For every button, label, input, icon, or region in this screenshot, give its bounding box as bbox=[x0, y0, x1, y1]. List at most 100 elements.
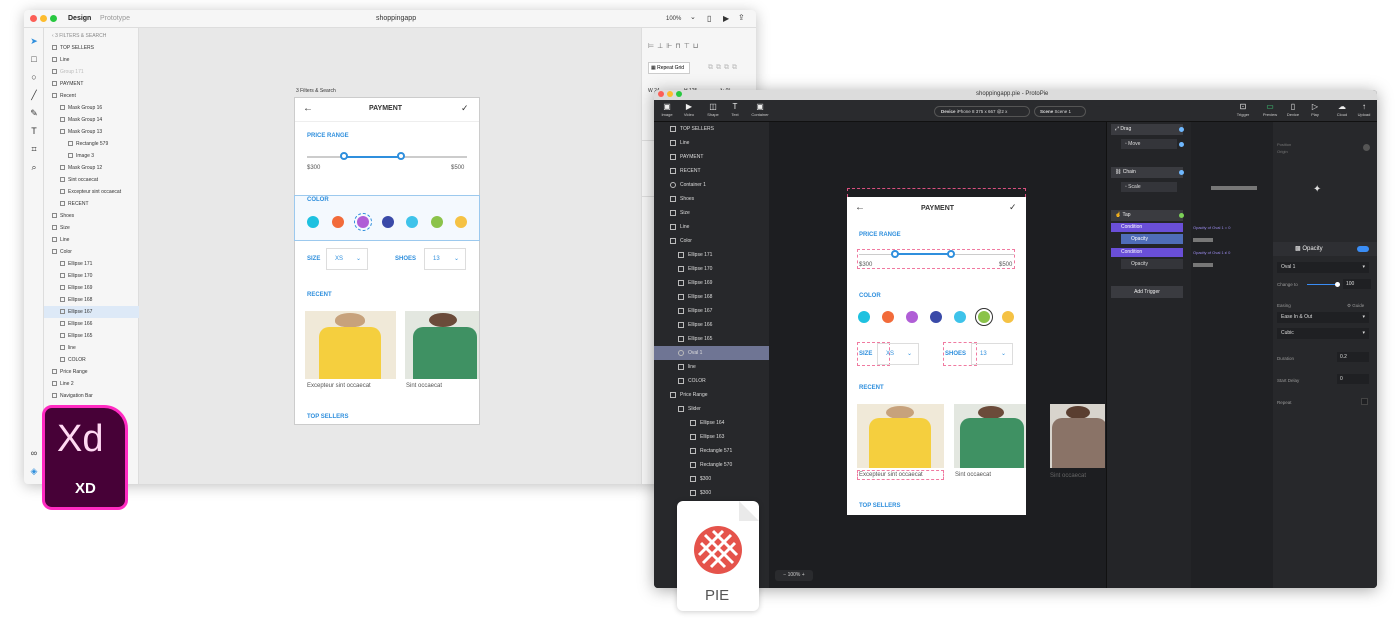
layer-item[interactable]: $300 bbox=[654, 472, 769, 486]
layer-item-selected[interactable]: Oval 1 bbox=[654, 346, 769, 360]
change-to-slider-handle[interactable] bbox=[1335, 282, 1340, 287]
cloud-button[interactable]: ☁ Cloud bbox=[1332, 102, 1352, 117]
layer-item[interactable]: line bbox=[654, 360, 769, 374]
layer-item[interactable]: Line bbox=[44, 54, 139, 66]
product-image-green-tshirt[interactable] bbox=[405, 311, 479, 379]
check-icon[interactable]: ✓ bbox=[1009, 202, 1017, 213]
layer-item[interactable]: Color bbox=[44, 246, 139, 258]
layer-item[interactable]: PAYMENT bbox=[654, 150, 769, 164]
check-icon[interactable]: ✓ bbox=[461, 103, 469, 114]
repeat-checkbox[interactable] bbox=[1361, 398, 1368, 405]
timeline-bar[interactable] bbox=[1193, 263, 1213, 267]
layer-item[interactable]: Line 2 bbox=[44, 378, 139, 390]
layer-item[interactable]: Slider bbox=[654, 402, 769, 416]
layer-item[interactable]: Ellipse 169 bbox=[654, 276, 769, 290]
layer-item[interactable]: Rectangle 571 bbox=[654, 444, 769, 458]
layer-item[interactable]: Ellipse 166 bbox=[44, 318, 139, 330]
target-layer-select[interactable]: Oval 1 ▾ bbox=[1277, 262, 1369, 273]
layer-item[interactable]: $300 bbox=[654, 486, 769, 500]
zoom-tool-icon[interactable]: ⌕ bbox=[29, 162, 39, 172]
tab-design[interactable]: Design bbox=[68, 15, 91, 22]
layer-item[interactable]: Line bbox=[44, 234, 139, 246]
pie-artboard[interactable]: ← PAYMENT ✓ PRICE RANGE $300 $500 COLOR … bbox=[847, 197, 1026, 515]
layer-item[interactable]: RECENT bbox=[44, 198, 139, 210]
price-slider-min-handle[interactable] bbox=[891, 250, 899, 258]
color-swatch[interactable] bbox=[954, 311, 966, 323]
layer-item[interactable]: Mask Group 14 bbox=[44, 114, 139, 126]
close-window-icon[interactable] bbox=[30, 15, 37, 22]
layer-item[interactable]: Price Range bbox=[44, 366, 139, 378]
color-swatch[interactable] bbox=[882, 311, 894, 323]
layer-item[interactable]: TOP SELLERS bbox=[654, 122, 769, 136]
layer-item[interactable]: Mask Group 12 bbox=[44, 162, 139, 174]
upload-button[interactable]: ↑ Upload bbox=[1354, 102, 1374, 117]
layer-item[interactable]: Navigation Bar bbox=[44, 390, 139, 402]
product-image-yellow-tshirt[interactable] bbox=[857, 404, 944, 468]
product-name[interactable]: Excepteur sint occaecat bbox=[307, 383, 371, 389]
size-dropdown[interactable]: XS ⌄ bbox=[326, 248, 368, 270]
xd-artboard[interactable]: ← PAYMENT ✓ PRICE RANGE $300 $500 COLOR … bbox=[294, 97, 480, 425]
align-icons[interactable]: ⊨⊥⊩⊓⊤⊔ bbox=[648, 42, 701, 50]
minimize-window-icon[interactable] bbox=[667, 91, 673, 97]
zoom-window-icon[interactable] bbox=[676, 91, 682, 97]
product-name[interactable]: Excepteur sint occaecat bbox=[859, 472, 923, 478]
curve-select[interactable]: Cubic ▾ bbox=[1277, 328, 1369, 339]
back-arrow-icon[interactable]: ← bbox=[303, 103, 313, 114]
product-name[interactable]: Sint occaecat bbox=[1050, 473, 1086, 479]
color-swatch[interactable] bbox=[307, 216, 319, 228]
layer-item[interactable]: Group 171 bbox=[44, 66, 139, 78]
text-tool-icon[interactable]: T bbox=[29, 126, 39, 136]
layer-item[interactable]: Ellipse 168 bbox=[44, 294, 139, 306]
color-swatch[interactable] bbox=[930, 311, 942, 323]
layer-item[interactable]: Ellipse 168 bbox=[654, 290, 769, 304]
layer-item[interactable]: RECENT bbox=[654, 164, 769, 178]
shoes-dropdown[interactable]: 13 ⌄ bbox=[424, 248, 466, 270]
layer-item[interactable]: Mask Group 13 bbox=[44, 126, 139, 138]
layer-item[interactable]: Shoes bbox=[654, 192, 769, 206]
opacity-response-selected[interactable]: Opacity bbox=[1121, 234, 1183, 244]
mobile-preview-icon[interactable]: ▯ bbox=[707, 14, 711, 23]
select-tool-icon[interactable]: ➤ bbox=[29, 36, 39, 46]
layer-item[interactable]: Size bbox=[654, 206, 769, 220]
layer-item[interactable]: Excepteur sint occaecat bbox=[44, 186, 139, 198]
color-swatch-selected[interactable] bbox=[354, 213, 372, 231]
shoes-dropdown[interactable]: 13 ⌄ bbox=[971, 343, 1013, 365]
layer-item[interactable]: Price Range bbox=[654, 388, 769, 402]
color-swatch[interactable] bbox=[906, 311, 918, 323]
layer-item[interactable]: Ellipse 165 bbox=[44, 330, 139, 342]
color-swatch[interactable] bbox=[431, 216, 443, 228]
scale-response[interactable]: ▫ Scale bbox=[1121, 182, 1177, 192]
layer-item[interactable]: Container 1 bbox=[654, 178, 769, 192]
artboard-label[interactable]: 3 Filters & Search bbox=[296, 88, 336, 94]
price-slider-min-handle[interactable] bbox=[340, 152, 348, 160]
zoom-level[interactable]: 100% bbox=[666, 16, 681, 22]
close-window-icon[interactable] bbox=[658, 91, 664, 97]
zoom-window-icon[interactable] bbox=[50, 15, 57, 22]
layers-icon[interactable]: ◈ bbox=[29, 466, 39, 476]
condition-block[interactable]: Condition bbox=[1111, 223, 1183, 232]
zoom-control[interactable]: − 100% + bbox=[775, 570, 813, 581]
play-button[interactable]: ▷ Play bbox=[1305, 102, 1325, 117]
layer-item[interactable]: Ellipse 170 bbox=[654, 262, 769, 276]
layer-item[interactable]: Ellipse 164 bbox=[654, 416, 769, 430]
ellipse-tool-icon[interactable]: ○ bbox=[29, 72, 39, 82]
container-tool[interactable]: ▣ Container bbox=[748, 102, 772, 117]
layer-item[interactable]: Rectangle 579 bbox=[44, 138, 139, 150]
color-swatch[interactable] bbox=[406, 216, 418, 228]
layer-item[interactable]: Line bbox=[654, 220, 769, 234]
scene-selector[interactable]: Scene Scene 1 bbox=[1034, 106, 1086, 117]
color-swatch[interactable] bbox=[455, 216, 467, 228]
layer-item[interactable]: Ellipse 167 bbox=[654, 304, 769, 318]
line-tool-icon[interactable]: ╱ bbox=[29, 90, 39, 100]
product-name[interactable]: Sint occaecat bbox=[406, 383, 442, 389]
repeat-grid-button[interactable]: ▦ Repeat Grid bbox=[648, 62, 690, 74]
share-icon[interactable]: ⇪ bbox=[738, 13, 745, 22]
color-swatch[interactable] bbox=[1002, 311, 1014, 323]
layer-item[interactable]: Size bbox=[44, 222, 139, 234]
rectangle-tool-icon[interactable]: □ bbox=[29, 54, 39, 64]
layer-item[interactable]: Recent bbox=[44, 90, 139, 102]
drag-trigger[interactable]: ⤢ Drag bbox=[1111, 124, 1183, 135]
layer-item[interactable]: Color bbox=[654, 234, 769, 248]
guide-link[interactable]: ⚙ Guide bbox=[1347, 303, 1364, 309]
timeline-bar[interactable] bbox=[1211, 186, 1257, 190]
